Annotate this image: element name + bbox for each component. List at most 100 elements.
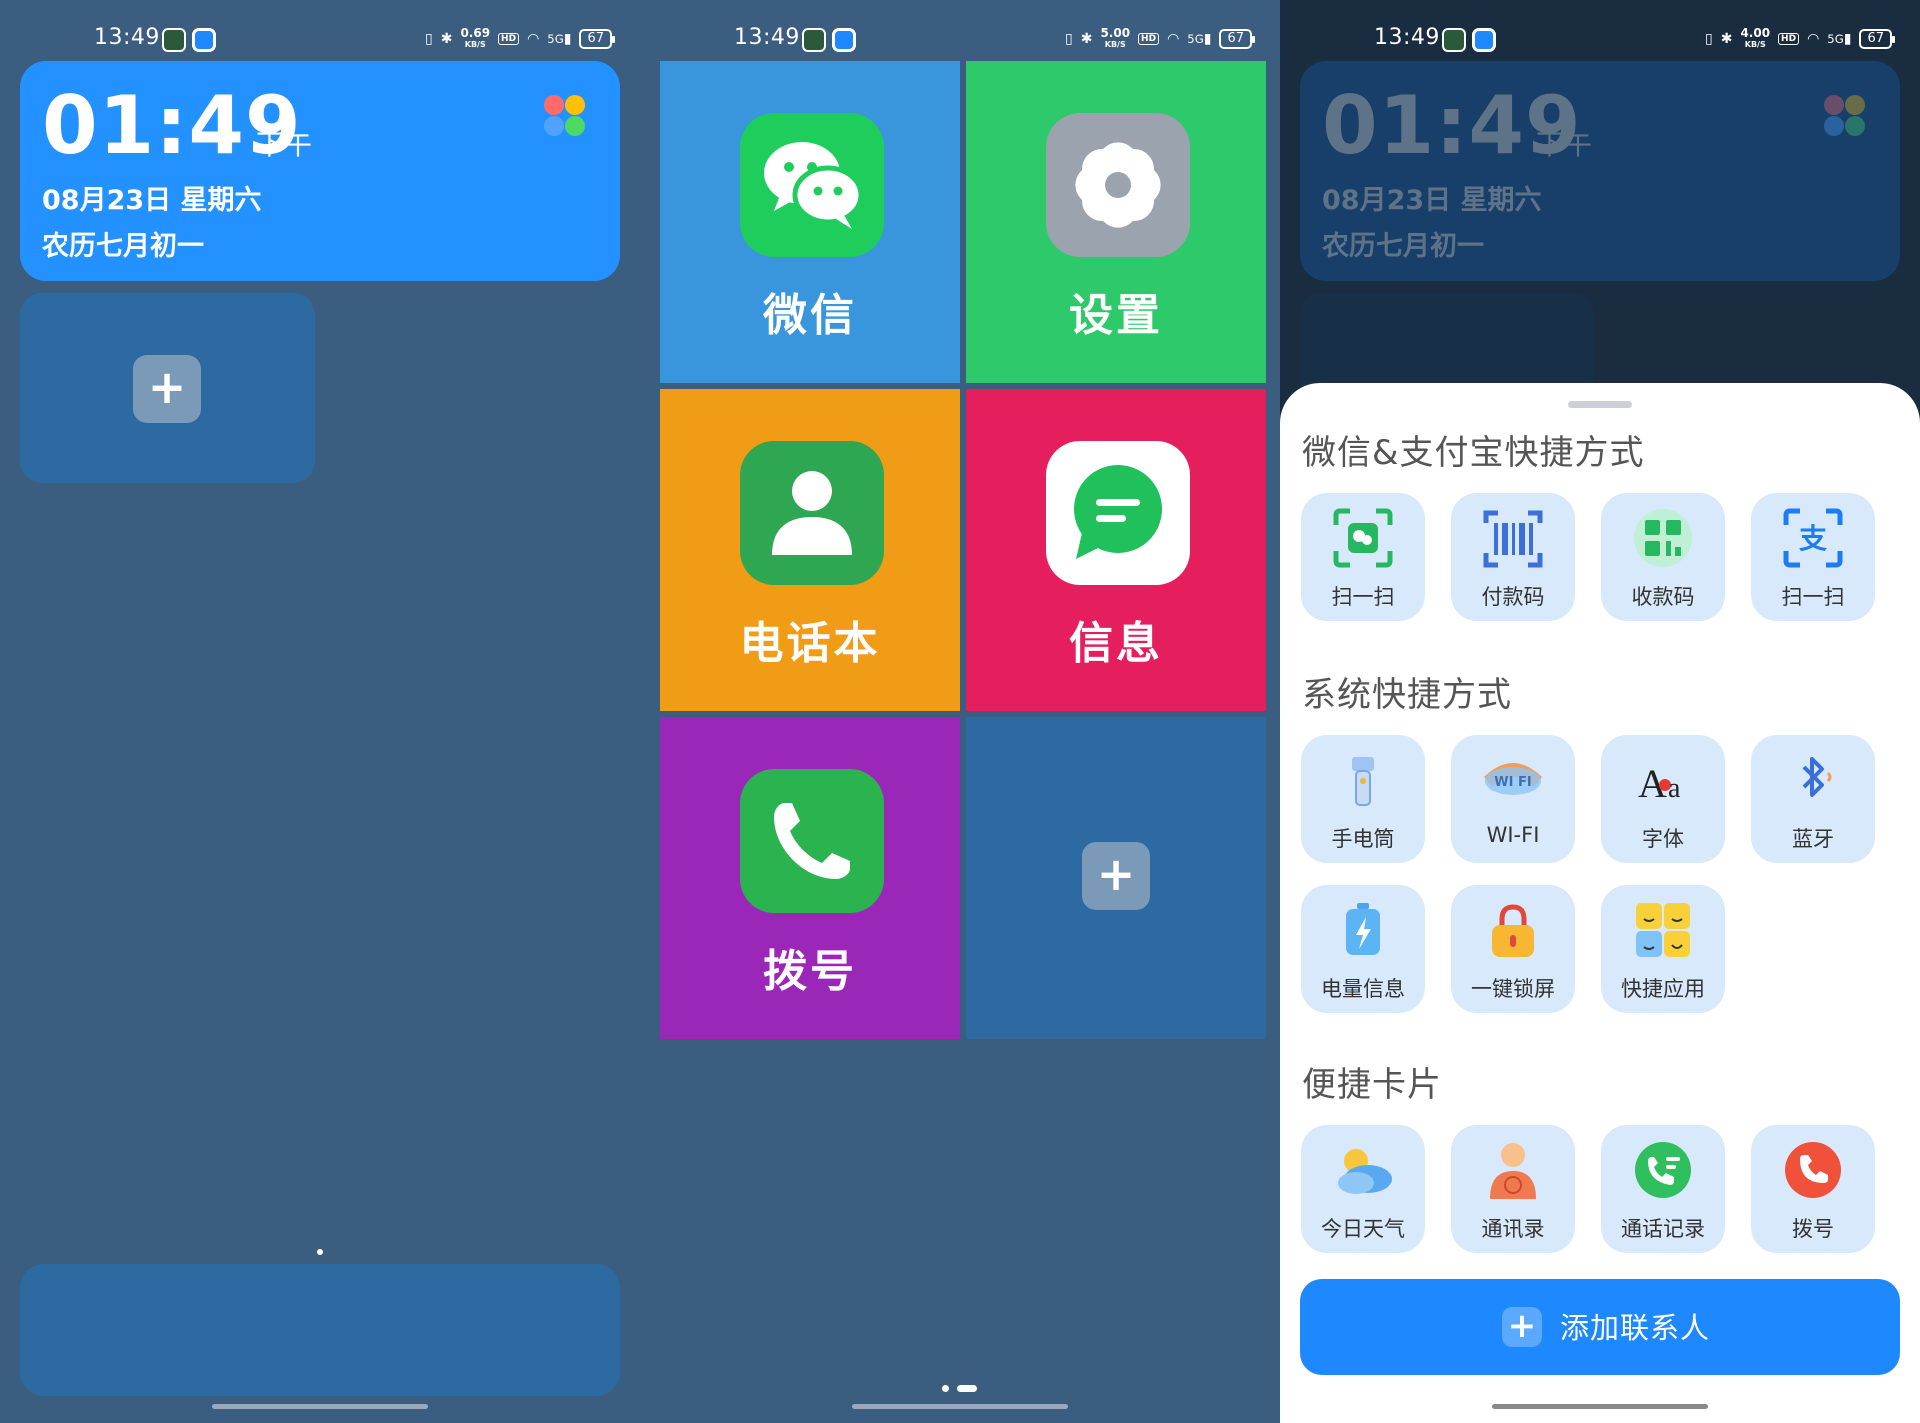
- shortcut-flashlight[interactable]: 手电筒: [1301, 735, 1425, 863]
- shortcut-call-log[interactable]: 通话记录: [1601, 1125, 1725, 1253]
- clock-widget[interactable]: 01:49 下午 08月23日 星期六 农历七月初一: [20, 61, 620, 281]
- notification-app-icon: [1442, 28, 1466, 52]
- lock-icon: [1482, 899, 1544, 961]
- hd-badge: HD: [1138, 33, 1160, 45]
- signal-icon: 5G▮: [547, 31, 572, 47]
- shortcut-label: 扫一扫: [1331, 585, 1395, 609]
- dial-icon: [1782, 1139, 1844, 1201]
- status-bar: 13:49 ▯ ✱ 4.00 KB/S HD ◠ 5G▮ 67: [1280, 22, 1920, 58]
- add-tile[interactable]: +: [966, 717, 1266, 1039]
- tile-messages[interactable]: 信息: [966, 389, 1266, 711]
- shortcut-label: 通话记录: [1621, 1217, 1705, 1241]
- tile-settings[interactable]: 设置: [966, 61, 1266, 383]
- add-icon[interactable]: +: [1082, 842, 1150, 910]
- clock-lunar-date: 农历七月初一: [42, 231, 204, 262]
- call-log-icon: [1632, 1139, 1694, 1201]
- home-screen-1: 13:49 ▯ ✱ 0.69 KB/S HD ◠ 5G▮ 67 01:49 下午 …: [0, 0, 640, 1423]
- hd-badge: HD: [1778, 33, 1800, 45]
- shortcut-label: 一键锁屏: [1471, 977, 1555, 1001]
- message-icon: [1046, 441, 1190, 585]
- dock-area[interactable]: [20, 1264, 620, 1396]
- shortcut-bluetooth[interactable]: 蓝牙: [1751, 735, 1875, 863]
- shortcut-label: WI-FI: [1486, 823, 1540, 847]
- shortcut-label: 付款码: [1481, 585, 1545, 609]
- tile-label: 信息: [1069, 618, 1163, 669]
- notification-record-icon: [832, 28, 856, 52]
- wifi-status-icon: ◠: [1167, 31, 1180, 47]
- wechat-scan-icon: [1332, 507, 1394, 569]
- shortcut-label: 通讯录: [1481, 1217, 1545, 1241]
- page-dots: [942, 1385, 977, 1392]
- shortcut-wifi[interactable]: WI FI WI-FI: [1451, 735, 1575, 863]
- shortcut-receive-code[interactable]: 收款码: [1601, 493, 1725, 621]
- contact-icon: [740, 441, 884, 585]
- vibrate-icon: ▯: [1704, 31, 1713, 47]
- wechat-icon: [740, 113, 884, 257]
- phone-icon: [740, 769, 884, 913]
- shortcut-label: 今日天气: [1321, 1217, 1405, 1241]
- svg-text:a: a: [1668, 773, 1681, 804]
- vibrate-icon: ▯: [424, 31, 433, 47]
- add-icon[interactable]: +: [133, 355, 201, 423]
- shortcut-wechat-scan[interactable]: 扫一扫: [1301, 493, 1425, 621]
- shortcut-quick-apps[interactable]: 快捷应用: [1601, 885, 1725, 1013]
- flower-logo-icon: [544, 95, 586, 137]
- home-indicator[interactable]: [212, 1404, 428, 1409]
- tile-label: 微信: [763, 290, 857, 341]
- shortcut-font[interactable]: A a 字体: [1601, 735, 1725, 863]
- add-widget-slot[interactable]: +: [20, 293, 315, 483]
- tile-contacts[interactable]: 电话本: [660, 389, 960, 711]
- home-indicator[interactable]: [852, 1404, 1068, 1409]
- status-time: 13:49: [94, 25, 160, 50]
- battery-icon: [1332, 899, 1394, 961]
- bluetooth-status-icon: ✱: [440, 31, 453, 47]
- wifi-status-icon: ◠: [527, 31, 540, 47]
- home-indicator[interactable]: [1492, 1404, 1708, 1409]
- shortcut-battery-info[interactable]: 电量信息: [1301, 885, 1425, 1013]
- weather-icon: [1332, 1139, 1394, 1201]
- clock-lunar-date: 农历七月初一: [1322, 231, 1484, 262]
- add-contact-button[interactable]: + 添加联系人: [1300, 1279, 1900, 1375]
- shortcut-alipay-scan[interactable]: 支 扫一扫: [1751, 493, 1875, 621]
- quick-apps-icon: [1632, 899, 1694, 961]
- shortcut-label: 蓝牙: [1792, 827, 1834, 851]
- add-contact-label: 添加联系人: [1560, 1311, 1711, 1345]
- shortcut-label: 手电筒: [1331, 827, 1395, 851]
- barcode-icon: [1482, 507, 1544, 569]
- status-bar: 13:49 ▯ ✱ 5.00 KB/S HD ◠ 5G▮ 67: [640, 22, 1280, 58]
- tile-wechat[interactable]: 微信: [660, 61, 960, 383]
- network-speed: 5.00 KB/S: [1100, 26, 1131, 49]
- tile-label: 电话本: [739, 618, 881, 669]
- hd-badge: HD: [498, 33, 520, 45]
- qr-code-icon: [1632, 507, 1694, 569]
- notification-record-icon: [192, 28, 216, 52]
- wifi-status-icon: ◠: [1807, 31, 1820, 47]
- shortcut-label: 扫一扫: [1781, 585, 1845, 609]
- shortcut-lock-screen[interactable]: 一键锁屏: [1451, 885, 1575, 1013]
- shortcut-dial[interactable]: 拨号: [1751, 1125, 1875, 1253]
- clock-date: 08月23日 星期六: [1322, 185, 1542, 216]
- wifi-icon: WI FI: [1482, 749, 1544, 811]
- bluetooth-icon: [1782, 749, 1844, 811]
- network-speed: 4.00 KB/S: [1740, 26, 1771, 49]
- notification-record-icon: [1472, 28, 1496, 52]
- status-bar: 13:49 ▯ ✱ 0.69 KB/S HD ◠ 5G▮ 67: [0, 22, 640, 58]
- shortcut-address-book[interactable]: 通讯录: [1451, 1125, 1575, 1253]
- notification-app-icon: [162, 28, 186, 52]
- vibrate-icon: ▯: [1064, 31, 1073, 47]
- status-icons: ▯ ✱ 0.69 KB/S HD ◠ 5G▮ 67: [424, 27, 615, 50]
- sheet-drag-handle[interactable]: [1568, 401, 1632, 408]
- battery-indicator: 67: [1219, 29, 1255, 49]
- status-time: 13:49: [1374, 25, 1440, 50]
- status-icons: ▯ ✱ 4.00 KB/S HD ◠ 5G▮ 67: [1704, 26, 1895, 50]
- shortcut-pay-code[interactable]: 付款码: [1451, 493, 1575, 621]
- page-dot-active: [957, 1385, 977, 1392]
- tile-dialer[interactable]: 拨号: [660, 717, 960, 1039]
- shortcut-weather[interactable]: 今日天气: [1301, 1125, 1425, 1253]
- shortcut-label: 拨号: [1792, 1217, 1834, 1241]
- page-indicator: [317, 1249, 323, 1255]
- battery-indicator: 67: [1859, 29, 1895, 49]
- signal-icon: 5G▮: [1187, 31, 1212, 47]
- gear-icon: [1046, 113, 1190, 257]
- section-title-cards: 便捷卡片: [1302, 1065, 1442, 1105]
